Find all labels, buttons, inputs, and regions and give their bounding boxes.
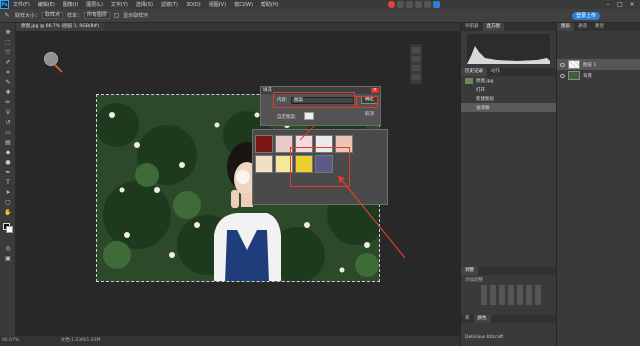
library-tabs: 库 颜色 <box>461 315 557 323</box>
snapshot-thumbnail <box>465 77 473 84</box>
annotation-arrow <box>337 175 406 259</box>
tab-paths[interactable]: 路径 <box>591 23 608 31</box>
tab-actions[interactable]: 动作 <box>487 68 504 76</box>
zoom-status: 66.67% <box>2 338 20 343</box>
tab-layers[interactable]: 图层 <box>557 23 574 31</box>
histogram-graph <box>467 34 550 64</box>
layer-thumbnail <box>568 60 580 69</box>
histogram-plot <box>467 46 550 64</box>
layer-thumbnail <box>568 71 580 80</box>
tab-adjustments[interactable]: 调整 <box>461 267 478 275</box>
eye-icon[interactable] <box>560 73 565 78</box>
history-item[interactable]: 油漆桶 <box>461 103 556 112</box>
layer-row[interactable]: 背景 <box>557 70 640 81</box>
layers-controls <box>557 31 640 59</box>
right-panel-column: 导航器 直方图 历史记录 动作 原图.jpg 打开 新建图层 油漆桶 调整 添加… <box>460 23 557 346</box>
library-font-name: Delicious Kitcraft <box>465 335 504 340</box>
document-size: 文档:1.03M/1.03M <box>60 338 101 343</box>
tab-channels[interactable]: 通道 <box>574 23 591 31</box>
adjustments-tabs: 调整 <box>461 267 557 275</box>
layer-row[interactable]: 图层 1 <box>557 59 640 70</box>
history-item[interactable]: 新建图层 <box>461 94 556 103</box>
history-item-label: 油漆桶 <box>476 105 490 111</box>
history-snapshot[interactable]: 原图.jpg <box>461 76 556 85</box>
history-tabs: 历史记录 动作 <box>461 68 556 76</box>
eye-icon[interactable] <box>560 62 565 67</box>
history-item-label: 打开 <box>476 87 485 93</box>
layer-name: 背景 <box>583 73 592 79</box>
tab-history[interactable]: 历史记录 <box>461 68 487 76</box>
history-item-label: 新建图层 <box>476 96 494 102</box>
tab-color[interactable]: 颜色 <box>473 315 491 323</box>
adjustment-icons[interactable] <box>481 285 541 305</box>
adjustments-hint: 添加调整 <box>465 278 483 283</box>
tab-libraries[interactable]: 库 <box>461 315 474 323</box>
layer-name: 图层 1 <box>583 62 597 68</box>
layers-panel: 图层 通道 路径 图层 1 背景 <box>556 23 640 346</box>
layers-tabs: 图层 通道 路径 <box>557 23 640 31</box>
annotation-arrow <box>299 124 316 141</box>
tab-histogram[interactable]: 直方图 <box>482 23 504 31</box>
status-bar: 66.67% 文档:1.03M/1.03M <box>0 336 460 346</box>
tab-navigator[interactable]: 导航器 <box>461 23 483 31</box>
history-item-label: 原图.jpg <box>476 78 494 84</box>
navigator-tabs: 导航器 直方图 <box>461 23 556 31</box>
history-item[interactable]: 打开 <box>461 85 556 94</box>
